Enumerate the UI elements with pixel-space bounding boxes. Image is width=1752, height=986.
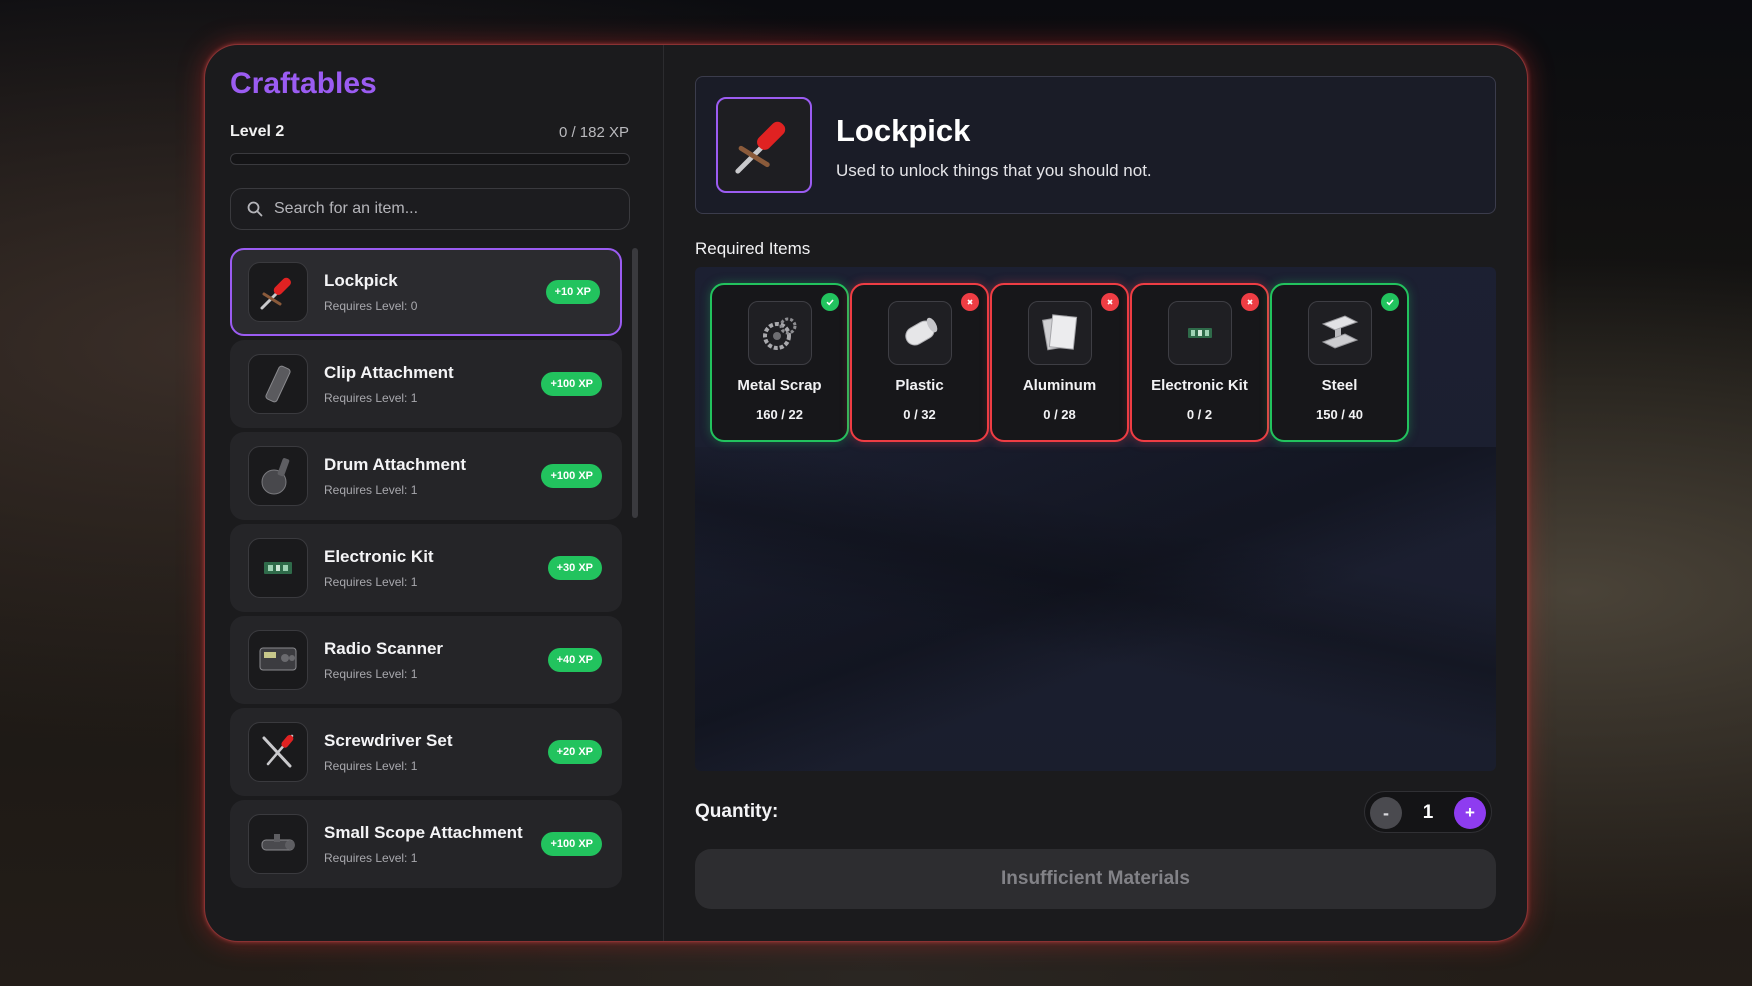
- item-name: Drum Attachment: [324, 455, 466, 474]
- item-name: Radio Scanner: [324, 639, 444, 658]
- lockpick-icon: [248, 262, 308, 322]
- material-name: Electronic Kit: [1151, 377, 1248, 394]
- electronic-kit-icon: [1168, 301, 1232, 365]
- item-requirement: Requires Level: 1: [324, 391, 418, 405]
- material-card-steel: Steel 150 / 40: [1270, 283, 1409, 442]
- list-item-small-scope-attachment[interactable]: Small Scope Attachment Requires Level: 1…: [230, 800, 622, 888]
- material-count: 160 / 22: [756, 407, 803, 422]
- xp-badge: +10 XP: [545, 280, 600, 304]
- material-count: 0 / 32: [903, 407, 936, 422]
- item-requirement: Requires Level: 0: [324, 299, 418, 313]
- x-icon: [961, 293, 979, 311]
- item-name: Lockpick: [324, 271, 398, 290]
- clip-attachment-icon: [248, 354, 308, 414]
- xp-badge: +100 XP: [541, 372, 602, 396]
- item-name: Screwdriver Set: [324, 731, 453, 750]
- craftables-list: Lockpick Requires Level: 0 +10 XP Clip A…: [230, 248, 622, 918]
- quantity-label: Quantity:: [695, 801, 779, 822]
- xp-badge: +100 XP: [541, 832, 602, 856]
- material-count: 0 / 2: [1186, 407, 1213, 422]
- material-count: 0 / 28: [1043, 407, 1076, 422]
- item-detail: Lockpick Used to unlock things that you …: [664, 45, 1527, 941]
- crafting-panel: Craftables Level 2 0 / 182 XP Search for…: [204, 44, 1528, 942]
- item-requirement: Requires Level: 1: [324, 483, 418, 497]
- item-requirement: Requires Level: 1: [324, 575, 418, 589]
- list-item-screwdriver-set[interactable]: Screwdriver Set Requires Level: 1 +20 XP: [230, 708, 622, 796]
- list-item-electronic-kit[interactable]: Electronic Kit Requires Level: 1 +30 XP: [230, 524, 622, 612]
- search-icon: [247, 201, 263, 217]
- craftables-sidebar: Craftables Level 2 0 / 182 XP Search for…: [205, 45, 663, 941]
- item-title: Lockpick: [836, 113, 971, 148]
- item-requirement: Requires Level: 1: [324, 667, 418, 681]
- level-label: Level 2: [230, 123, 285, 140]
- screwdriver-set-icon: [248, 722, 308, 782]
- list-item-radio-scanner[interactable]: Radio Scanner Requires Level: 1 +40 XP: [230, 616, 622, 704]
- xp-badge: +100 XP: [541, 464, 602, 488]
- material-name: Plastic: [895, 377, 944, 394]
- material-name: Steel: [1321, 377, 1358, 394]
- required-items-area: Metal Scrap 160 / 22 Plastic 0 / 32 Alum…: [695, 267, 1496, 771]
- list-scrollbar-thumb[interactable]: [632, 248, 638, 518]
- material-card-plastic: Plastic 0 / 32: [850, 283, 989, 442]
- list-item-clip-attachment[interactable]: Clip Attachment Requires Level: 1 +100 X…: [230, 340, 622, 428]
- check-icon: [1381, 293, 1399, 311]
- radio-scanner-icon: [248, 630, 308, 690]
- xp-badge: +40 XP: [547, 648, 602, 672]
- lockpick-icon: [716, 97, 812, 193]
- xp-progress-bar: [230, 153, 630, 165]
- material-name: Metal Scrap: [737, 377, 822, 394]
- material-name: Aluminum: [1022, 377, 1097, 394]
- x-icon: [1241, 293, 1259, 311]
- item-name: Clip Attachment: [324, 363, 454, 382]
- check-icon: [821, 293, 839, 311]
- x-icon: [1101, 293, 1119, 311]
- xp-badge: +30 XP: [547, 556, 602, 580]
- xp-text: 0 / 182 XP: [558, 124, 629, 141]
- item-requirement: Requires Level: 1: [324, 851, 418, 865]
- item-requirement: Requires Level: 1: [324, 759, 418, 773]
- aluminum-icon: [1028, 301, 1092, 365]
- sidebar-title: Craftables: [230, 67, 377, 100]
- search-input[interactable]: [272, 199, 629, 219]
- scope-attachment-icon: [248, 814, 308, 874]
- material-card-aluminum: Aluminum 0 / 28: [990, 283, 1129, 442]
- material-count: 150 / 40: [1316, 407, 1363, 422]
- list-scrollbar[interactable]: [632, 248, 638, 918]
- metal-scrap-icon: [748, 301, 812, 365]
- steel-icon: [1308, 301, 1372, 365]
- background-shade: [695, 447, 1496, 771]
- search-box[interactable]: [230, 188, 630, 230]
- xp-badge: +20 XP: [547, 740, 602, 764]
- material-card-metal-scrap: Metal Scrap 160 / 22: [710, 283, 849, 442]
- list-item-drum-attachment[interactable]: Drum Attachment Requires Level: 1 +100 X…: [230, 432, 622, 520]
- quantity-increase-button[interactable]: +: [1454, 797, 1486, 829]
- item-description: Used to unlock things that you should no…: [836, 161, 1152, 180]
- electronic-kit-icon: [248, 538, 308, 598]
- craft-button[interactable]: Insufficient Materials: [695, 849, 1496, 909]
- item-name: Small Scope Attachment: [324, 823, 523, 842]
- material-card-electronic-kit: Electronic Kit 0 / 2: [1130, 283, 1269, 442]
- list-item-lockpick[interactable]: Lockpick Requires Level: 0 +10 XP: [230, 248, 622, 336]
- required-items-label: Required Items: [695, 239, 811, 258]
- item-name: Electronic Kit: [324, 547, 434, 566]
- drum-attachment-icon: [248, 446, 308, 506]
- quantity-stepper: - 1 +: [1364, 791, 1492, 833]
- plastic-icon: [888, 301, 952, 365]
- item-header-card: Lockpick Used to unlock things that you …: [695, 76, 1496, 214]
